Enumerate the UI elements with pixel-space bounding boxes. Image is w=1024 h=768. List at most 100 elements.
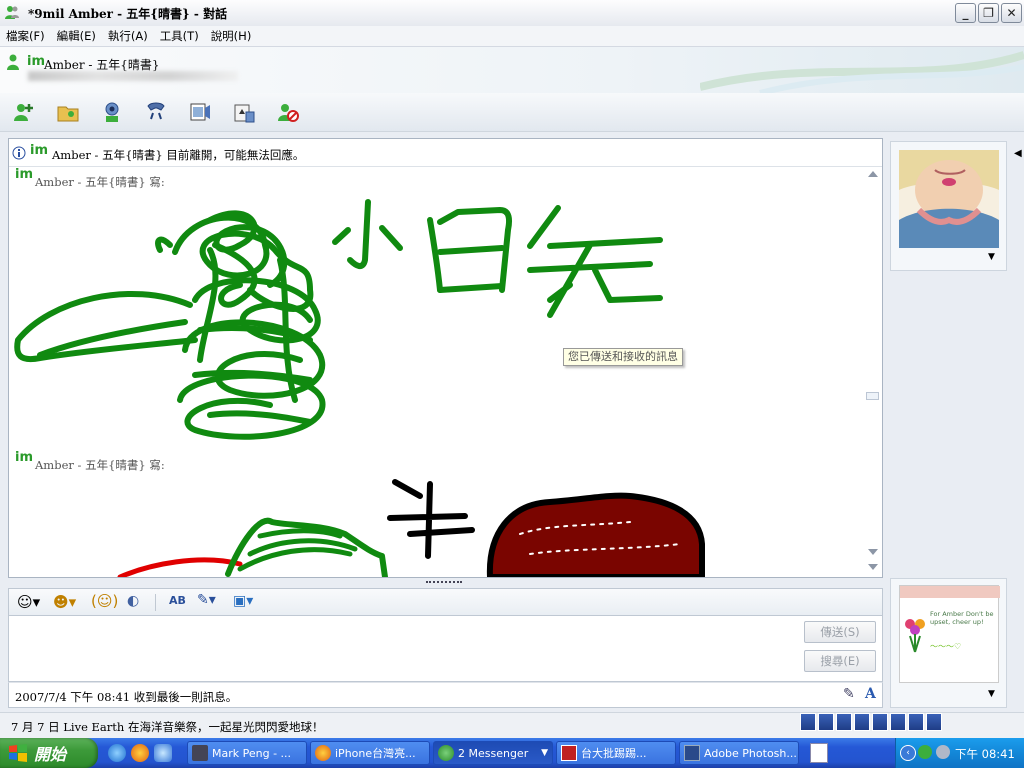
- type-mode-icon[interactable]: A: [865, 686, 876, 702]
- taskbar-item[interactable]: Adobe Photosh...: [679, 741, 799, 765]
- contact-display-picture[interactable]: ▼: [890, 141, 1007, 271]
- scroll-end-icon[interactable]: [868, 564, 878, 570]
- chevron-left-icon[interactable]: ‹: [900, 745, 916, 761]
- ticker-icon[interactable]: [800, 713, 816, 731]
- ticker-text[interactable]: 7 月 7 日 Live Earth 在海洋音樂祭，一起星光閃閃愛地球！: [11, 719, 323, 735]
- ink-drawing-beef: [117, 479, 705, 577]
- wink-icon[interactable]: ☻▾: [53, 593, 76, 611]
- games-icon[interactable]: [230, 98, 258, 126]
- ticker-icon[interactable]: [854, 713, 870, 731]
- video-call-icon[interactable]: [98, 98, 126, 126]
- language-bar-icon[interactable]: [810, 743, 828, 763]
- send-button[interactable]: 傳送(S): [804, 621, 876, 643]
- windows-logo-icon: [9, 744, 27, 762]
- block-contact-icon[interactable]: [274, 98, 302, 126]
- taskbar-item-label: iPhone台灣亮...: [335, 747, 416, 760]
- conversation-scrollbar[interactable]: [864, 167, 881, 577]
- restore-button[interactable]: ❐: [978, 3, 999, 23]
- taskbar-item[interactable]: 2 Messenger ▼: [433, 741, 553, 765]
- my-avatar-text: For Amber Don't be upset, cheer up!: [930, 610, 994, 626]
- ink-drawing-bok-choy: [14, 199, 663, 440]
- minimize-button[interactable]: _: [955, 3, 976, 23]
- avatar-header-bar: [900, 586, 1000, 598]
- message-sender: Amber - 五年{晴書} 寫:: [35, 458, 165, 472]
- im-logo-icon: im: [15, 167, 34, 182]
- picture-menu-icon[interactable]: ▼: [988, 252, 995, 262]
- internet-explorer-icon[interactable]: [108, 744, 126, 762]
- messenger-icon: [438, 745, 454, 761]
- ticker-icon[interactable]: [836, 713, 852, 731]
- taskbar-item-label: 2 Messenger: [458, 746, 529, 760]
- ticker-icon[interactable]: [926, 713, 942, 731]
- contact-header: im Amber - 五年{晴書}: [0, 47, 1024, 93]
- pane-splitter[interactable]: [8, 578, 883, 588]
- tray-app-icon[interactable]: [936, 745, 950, 759]
- share-folder-icon[interactable]: [54, 98, 82, 126]
- personal-message-blurred: [28, 71, 238, 81]
- toolbar-divider: [155, 594, 156, 611]
- history-tooltip: 您已傳送和接收的訊息: [563, 348, 683, 366]
- handwriting-icon[interactable]: ✎▾: [197, 592, 216, 608]
- flower-bouquet-icon: [905, 619, 925, 653]
- splitter-grip-icon[interactable]: [426, 581, 462, 585]
- im-logo-icon: im: [30, 143, 49, 158]
- app-icon: [192, 745, 208, 761]
- ticker-icon[interactable]: [908, 713, 924, 731]
- action-toolbar: [0, 93, 1024, 132]
- message-sender: Amber - 五年{晴書} 寫:: [35, 175, 165, 189]
- phone-call-icon[interactable]: [142, 98, 170, 126]
- header-swirl-decoration: [700, 51, 1024, 93]
- background-icon[interactable]: ▣▾: [233, 593, 253, 609]
- im-logo-icon: im: [15, 450, 34, 465]
- scroll-down-icon[interactable]: [868, 549, 878, 555]
- my-display-picture[interactable]: For Amber Don't be upset, cheer up! 〜〜〜♡…: [890, 578, 1007, 708]
- handwriting-mode-icon[interactable]: ✎: [843, 686, 855, 702]
- ticker-icon[interactable]: [818, 713, 834, 731]
- status-bar: 2007/7/4 下午 08:41 收到最後一則訊息。 ✎ A: [8, 682, 883, 708]
- away-notice-bar: im Amber - 五年{晴書} 目前離開，可能無法回應。: [9, 139, 882, 167]
- messenger-tray-icon[interactable]: [918, 745, 932, 759]
- close-button[interactable]: ✕: [1001, 3, 1022, 23]
- taskbar-item[interactable]: iPhone台灣亮...: [310, 741, 430, 765]
- menu-tools[interactable]: 工具(T): [154, 28, 205, 44]
- voice-clip-icon[interactable]: ◐: [127, 593, 139, 609]
- message-input[interactable]: 傳送(S) 搜尋(E): [8, 616, 883, 682]
- firefox-icon: [315, 745, 331, 761]
- menu-actions[interactable]: 執行(A): [102, 28, 154, 44]
- scroll-up-icon[interactable]: [868, 171, 878, 177]
- minimize-icon: _: [962, 6, 969, 20]
- avatar-scribble: 〜〜〜♡: [930, 642, 962, 651]
- contact-avatar: [899, 150, 999, 248]
- taskbar-item[interactable]: Mark Peng - ...: [187, 741, 307, 765]
- window-title: *9mil Amber - 五年{晴書} - 對話: [28, 7, 228, 21]
- menu-bar: 檔案(F) 編輯(E) 執行(A) 工具(T) 說明(H): [0, 26, 1024, 47]
- start-label: 開始: [34, 745, 67, 764]
- start-button[interactable]: 開始: [0, 738, 98, 768]
- collapse-pane-strip[interactable]: ◀: [1010, 138, 1024, 708]
- video-clip-icon[interactable]: [186, 98, 214, 126]
- last-message-status: 2007/7/4 下午 08:41 收到最後一則訊息。: [15, 690, 238, 704]
- search-button[interactable]: 搜尋(E): [804, 650, 876, 672]
- scroll-thumb[interactable]: [866, 392, 879, 400]
- close-icon: ✕: [1006, 6, 1017, 20]
- taskbar-item[interactable]: 台大批踢踢...: [556, 741, 676, 765]
- im-logo-icon: im: [27, 54, 46, 69]
- font-icon[interactable]: AB: [169, 594, 186, 607]
- menu-file[interactable]: 檔案(F): [0, 28, 51, 44]
- ticker-icon[interactable]: [890, 713, 906, 731]
- emoticon-icon[interactable]: ☺▾: [17, 593, 40, 611]
- chevron-left-icon[interactable]: ◀: [1014, 148, 1022, 159]
- invite-contact-icon[interactable]: [10, 98, 38, 126]
- menu-edit[interactable]: 編輯(E): [51, 28, 102, 44]
- firefox-icon[interactable]: [131, 744, 149, 762]
- picture-menu-icon[interactable]: ▼: [988, 689, 995, 699]
- show-desktop-icon[interactable]: [154, 744, 172, 762]
- info-icon: [12, 146, 26, 160]
- taskbar-clock[interactable]: 下午 08:41: [955, 746, 1015, 762]
- compose-toolbar: ☺▾ ☻▾ (☺) ◐ AB ✎▾ ▣▾: [8, 588, 883, 616]
- menu-help[interactable]: 說明(H): [205, 28, 258, 44]
- nudge-icon[interactable]: (☺): [91, 592, 118, 610]
- my-avatar: For Amber Don't be upset, cheer up! 〜〜〜♡: [899, 585, 1000, 683]
- messenger-buddy-icon: [5, 6, 19, 19]
- ticker-icon[interactable]: [872, 713, 888, 731]
